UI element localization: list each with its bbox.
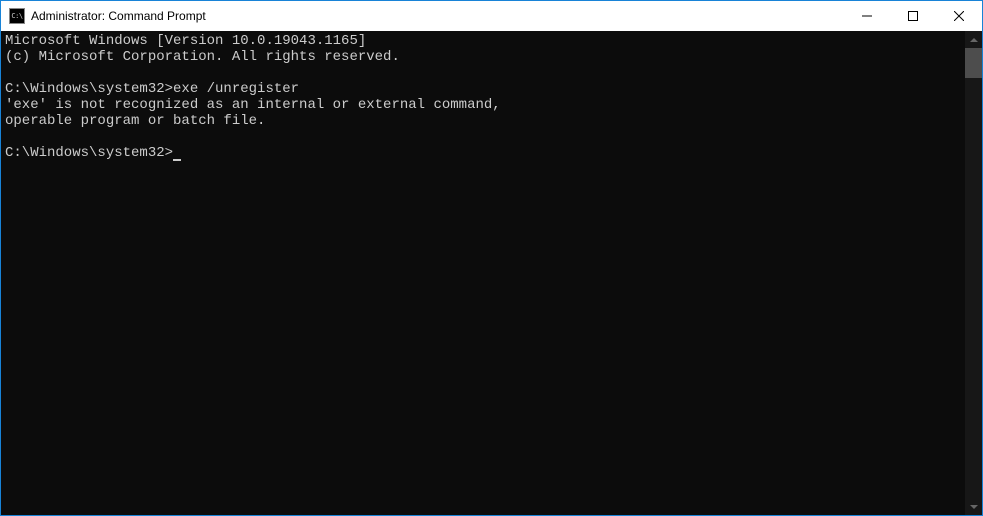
chevron-up-icon [970,38,978,42]
terminal-cursor [173,159,181,161]
scroll-down-button[interactable] [965,498,982,515]
chevron-down-icon [970,505,978,509]
window-controls [844,1,982,31]
maximize-icon [908,11,918,21]
terminal-line: C:\Windows\system32> [5,145,173,161]
scrollbar-thumb[interactable] [965,48,982,78]
window-title: Administrator: Command Prompt [31,9,844,23]
command-prompt-window: C:\ Administrator: Command Prompt [0,0,983,516]
terminal-line: 'exe' is not recognized as an internal o… [5,97,501,113]
vertical-scrollbar[interactable] [965,31,982,515]
terminal-output[interactable]: Microsoft Windows [Version 10.0.19043.11… [1,31,965,515]
maximize-button[interactable] [890,1,936,31]
scroll-up-button[interactable] [965,31,982,48]
terminal-line: operable program or batch file. [5,113,265,129]
minimize-icon [862,11,872,21]
scrollbar-track[interactable] [965,48,982,498]
close-button[interactable] [936,1,982,31]
terminal-line: (c) Microsoft Corporation. All rights re… [5,49,400,65]
close-icon [954,11,964,21]
terminal-line: C:\Windows\system32>exe /unregister [5,81,299,97]
terminal-area: Microsoft Windows [Version 10.0.19043.11… [1,31,982,515]
titlebar[interactable]: C:\ Administrator: Command Prompt [1,1,982,31]
minimize-button[interactable] [844,1,890,31]
terminal-line: Microsoft Windows [Version 10.0.19043.11… [5,33,366,49]
cmd-icon-label: C:\ [11,13,22,20]
cmd-icon: C:\ [9,8,25,24]
